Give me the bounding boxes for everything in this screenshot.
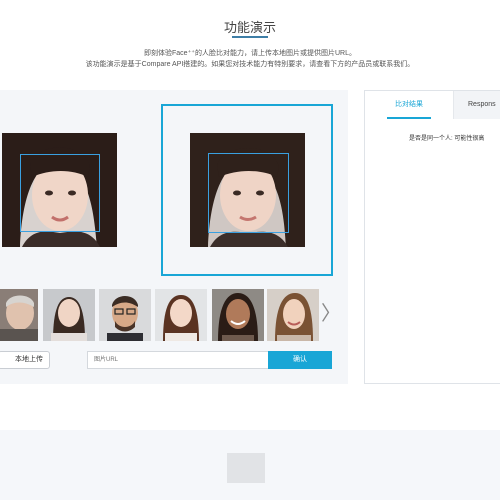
local-upload-button[interactable]: 本地上传 xyxy=(0,351,50,369)
description-line-2: 该功能演示是基于Compare API搭建的。如果您对技术能力有特别要求，请查看… xyxy=(85,61,415,68)
result-tab-bar: 比对结果 Respons xyxy=(365,91,500,119)
confirm-button[interactable]: 确认 xyxy=(268,351,332,369)
sample-thumbnail-3[interactable] xyxy=(99,289,151,341)
sample-thumbnail-6[interactable] xyxy=(267,289,319,341)
sample-thumbnail-1[interactable] xyxy=(0,289,38,341)
footer-logo-placeholder xyxy=(227,453,265,483)
page-title: 功能演示 xyxy=(223,20,276,35)
footer xyxy=(0,430,500,500)
face-detection-box-left xyxy=(20,154,100,232)
sample-thumbnail-2[interactable] xyxy=(43,289,95,341)
face-image-left xyxy=(2,133,117,247)
chevron-right-icon[interactable]: 〉 xyxy=(321,301,341,327)
sample-thumbnail-4[interactable] xyxy=(155,289,207,341)
result-panel: 比对结果 Respons 是否是同一个人: 可能性很高 xyxy=(364,90,500,384)
compare-result-text: 是否是同一个人: 可能性很高 xyxy=(409,136,485,142)
title-underline xyxy=(232,36,268,38)
description-line-1: 即刻体验Face⁺⁺的人脸比对能力，请上传本地图片或提供图片URL。 xyxy=(144,50,356,57)
face-detection-box-right xyxy=(208,153,289,233)
tab-response[interactable]: Respons xyxy=(453,91,500,119)
tab-compare-result[interactable]: 比对结果 xyxy=(365,91,453,119)
image-url-input[interactable] xyxy=(87,351,268,369)
tab-active-indicator xyxy=(387,117,431,119)
sample-thumbnail-5[interactable] xyxy=(212,289,264,341)
face-image-right xyxy=(190,133,305,247)
